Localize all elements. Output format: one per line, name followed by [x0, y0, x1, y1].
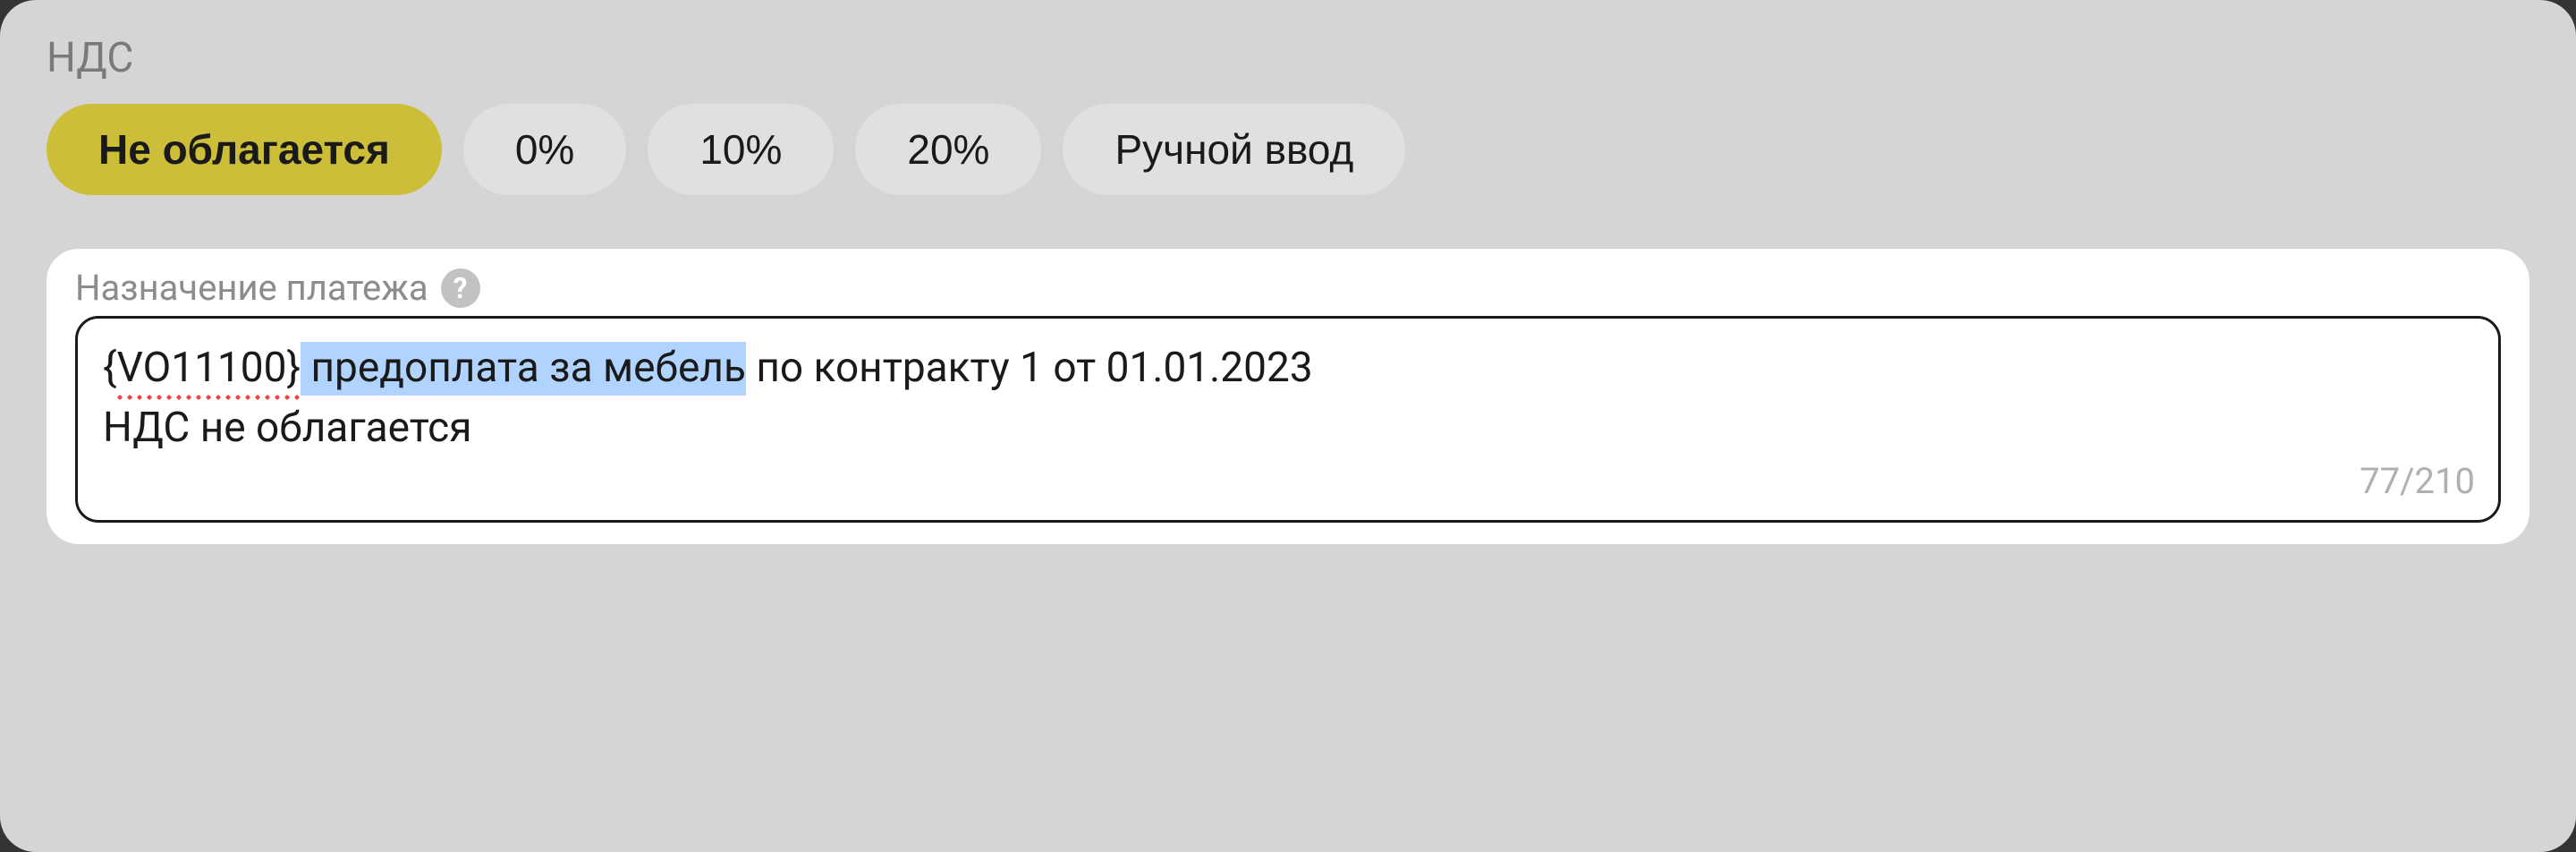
vo-code-text: {VO11100} [103, 338, 301, 398]
vat-option-10pct[interactable]: 10% [648, 104, 834, 195]
purpose-text-line2: НДС не облагается [103, 404, 471, 452]
purpose-text-rest: по контракту 1 от 01.01.2023 [746, 344, 1313, 392]
selected-text: предоплата за мебель [301, 342, 746, 396]
vat-option-manual[interactable]: Ручной ввод [1063, 104, 1405, 195]
vat-options-row: Не облагается 0% 10% 20% Ручной ввод [47, 104, 2529, 195]
vat-option-0pct[interactable]: 0% [463, 104, 626, 195]
vat-option-20pct[interactable]: 20% [855, 104, 1041, 195]
char-counter: 77/210 [2360, 456, 2475, 507]
payment-purpose-header: Назначение платежа ? [75, 267, 2501, 309]
payment-purpose-textarea[interactable]: {VO11100} предоплата за мебель по контра… [75, 316, 2501, 523]
vat-option-not-taxed[interactable]: Не облагается [47, 104, 442, 195]
form-card: НДС Не облагается 0% 10% 20% Ручной ввод… [0, 0, 2576, 852]
payment-purpose-label: Назначение платежа [75, 267, 428, 309]
vat-section-label: НДС [47, 34, 2529, 82]
help-icon[interactable]: ? [441, 268, 480, 308]
payment-purpose-panel: Назначение платежа ? {VO11100} предоплат… [47, 249, 2529, 544]
